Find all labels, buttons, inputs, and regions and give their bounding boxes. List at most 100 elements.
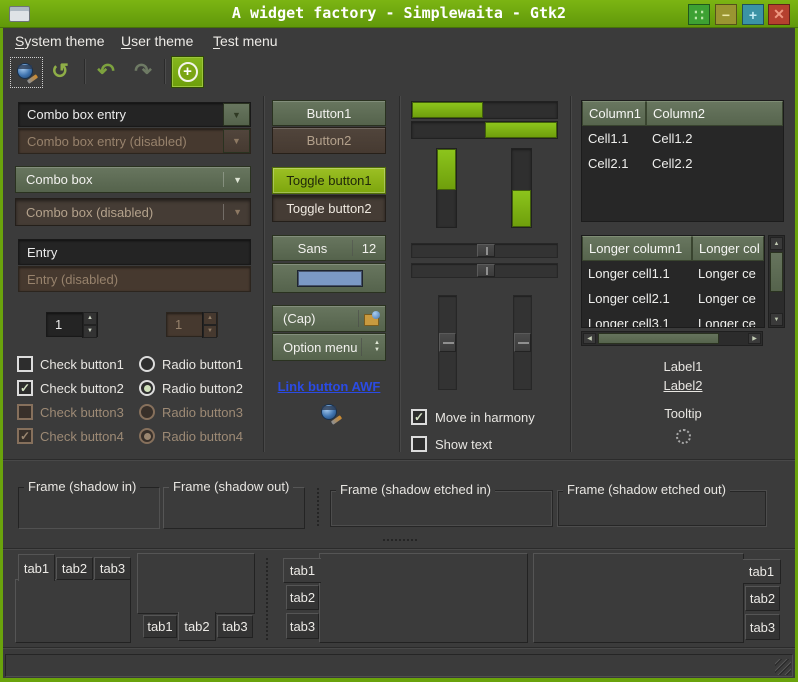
tree-header-row: Column1 Column2 xyxy=(582,101,783,126)
file-chooser-separator xyxy=(358,310,359,327)
toolbar-awf-button[interactable] xyxy=(10,57,43,88)
menu-accel: T xyxy=(213,33,220,49)
tab-label: tab2 xyxy=(290,590,315,605)
spin-down-icon[interactable]: ▼ xyxy=(83,325,97,338)
titlebar[interactable]: A widget factory - Simplewaita - Gtk2 ∷ … xyxy=(0,0,798,28)
treeview-2[interactable]: Longer column1 Longer col Longer cell1.1… xyxy=(581,235,765,328)
progress-fill xyxy=(485,122,558,138)
button1-label: Button1 xyxy=(307,106,352,121)
window-pin-button[interactable]: ∷ xyxy=(688,4,710,25)
menu-system-theme[interactable]: System theme xyxy=(12,31,107,53)
add-button[interactable]: + xyxy=(171,56,204,88)
toggle-button1[interactable]: Toggle button1 xyxy=(272,167,386,194)
combo-box-entry-dropdown-button[interactable]: ▼ xyxy=(223,103,250,126)
table-row[interactable]: Longer cell1.1 Longer ce xyxy=(582,261,764,286)
entry[interactable]: Entry xyxy=(18,239,251,265)
color-swatch xyxy=(297,270,363,287)
combo-box-entry[interactable]: Combo box entry ▼ xyxy=(18,102,251,127)
notebook-right-tab1[interactable]: tab1 xyxy=(743,559,781,584)
horizontal-scrollbar[interactable]: ◀ ▶ xyxy=(581,331,763,346)
file-chooser-button[interactable]: (Cap) xyxy=(272,305,386,332)
horizontal-scale-2[interactable] xyxy=(411,263,558,278)
combo-box-disabled-value: Combo box (disabled) xyxy=(26,205,153,220)
folder-badge-icon xyxy=(372,311,380,319)
notebook-top-tab3[interactable]: tab3 xyxy=(94,557,131,580)
check-button-1[interactable] xyxy=(17,356,33,372)
move-in-harmony-checkbox[interactable]: ✓ xyxy=(411,409,427,425)
horizontal-scale-1[interactable] xyxy=(411,243,558,258)
scroll-right-button[interactable]: ▶ xyxy=(748,333,761,344)
vertical-scrollbar[interactable]: ▲ ▼ xyxy=(768,235,785,328)
scale-handle[interactable] xyxy=(477,264,495,277)
toggle-button2[interactable]: Toggle button2 xyxy=(272,195,386,222)
notebook-top-tab2[interactable]: tab2 xyxy=(56,557,93,580)
handle-notch xyxy=(443,342,454,344)
radio-button-1[interactable] xyxy=(139,356,155,372)
scrollbar-thumb[interactable] xyxy=(770,252,783,292)
notebook-left-tab1[interactable]: tab1 xyxy=(283,558,321,583)
maximize-button[interactable]: + xyxy=(742,4,764,25)
arrow-down-icon: ▼ xyxy=(374,347,380,354)
spin-button[interactable]: 1 ▲ ▼ xyxy=(46,312,98,337)
menu-user-theme[interactable]: User theme xyxy=(118,31,196,53)
entry-disabled: Entry (disabled) xyxy=(18,266,251,292)
scale-handle[interactable] xyxy=(439,333,456,352)
notebook-right-tab3[interactable]: tab3 xyxy=(745,614,780,640)
spin-up-icon[interactable]: ▲ xyxy=(83,312,97,325)
minimize-button[interactable]: − xyxy=(715,4,737,25)
redo-icon[interactable]: ↷ xyxy=(128,58,158,86)
option-menu-arrows: ▲ ▼ xyxy=(374,334,380,360)
toolbar-separator xyxy=(84,59,86,84)
scroll-down-button[interactable]: ▼ xyxy=(770,313,783,326)
table-row[interactable]: Cell1.1 Cell1.2 xyxy=(582,126,783,151)
scrollbar-thumb[interactable] xyxy=(598,333,719,344)
scale-handle[interactable] xyxy=(477,244,495,257)
column-separator xyxy=(263,96,265,452)
notebook-right-tab2[interactable]: tab2 xyxy=(745,586,780,611)
column-header[interactable]: Longer column1 xyxy=(582,236,692,261)
column-header[interactable]: Column1 xyxy=(582,101,646,126)
notebook-left-tab3[interactable]: tab3 xyxy=(286,613,319,639)
table-cell: Longer ce xyxy=(692,311,764,328)
awf-logo-icon xyxy=(320,403,342,425)
check-button-2[interactable]: ✓ xyxy=(17,380,33,396)
option-menu[interactable]: Option menu ▲ ▼ xyxy=(272,333,386,361)
scroll-left-button[interactable]: ◀ xyxy=(583,333,596,344)
menu-test-menu[interactable]: Test menu xyxy=(210,31,281,53)
spin-arrows[interactable]: ▲ ▼ xyxy=(82,312,97,338)
table-row[interactable]: Longer cell3.1 Longer ce xyxy=(582,311,764,328)
notebook-top-tab1[interactable]: tab1 xyxy=(18,554,55,581)
color-button[interactable] xyxy=(272,263,386,293)
notebook-bottom-tab2[interactable]: tab2 xyxy=(178,612,216,641)
column-header[interactable]: Longer col xyxy=(692,236,764,261)
refresh-icon[interactable]: ↺ xyxy=(45,58,75,86)
link-button[interactable]: Link button AWF xyxy=(272,379,386,394)
treeview-1[interactable]: Column1 Column2 Cell1.1 Cell1.2 Cell2.1 … xyxy=(581,100,784,222)
combo-box-entry-disabled-dropdown-button: ▼ xyxy=(223,129,250,153)
table-row[interactable]: Cell2.1 Cell2.2 xyxy=(582,151,783,176)
resize-grip[interactable] xyxy=(775,659,791,675)
scroll-up-button[interactable]: ▲ xyxy=(770,237,783,250)
close-button[interactable]: ✕ xyxy=(768,4,790,25)
undo-icon[interactable]: ↶ xyxy=(91,58,121,86)
font-button[interactable]: Sans 12 xyxy=(272,235,386,261)
radio-button-2[interactable] xyxy=(139,380,155,396)
spinner-icon xyxy=(676,429,691,444)
radio-button-3-label: Radio button3 xyxy=(162,404,243,421)
notebook-left-tab2[interactable]: tab2 xyxy=(286,585,319,610)
combo-box[interactable]: Combo box ▼ xyxy=(15,166,251,193)
notebook-bottom-tab3[interactable]: tab3 xyxy=(217,615,253,638)
vertical-scale-2[interactable] xyxy=(513,295,532,390)
show-text-checkbox[interactable] xyxy=(411,436,427,452)
arrow-down-icon: ▼ xyxy=(774,317,780,323)
vertical-scale-1[interactable] xyxy=(438,295,457,390)
notebook-bottom-body xyxy=(137,553,255,614)
option-menu-separator xyxy=(361,338,362,356)
scale-handle[interactable] xyxy=(514,333,531,352)
radio-button-2-label: Radio button2 xyxy=(162,380,243,397)
column-header[interactable]: Column2 xyxy=(646,101,783,126)
minimize-icon: − xyxy=(722,7,730,23)
button1[interactable]: Button1 xyxy=(272,100,386,126)
table-row[interactable]: Longer cell2.1 Longer ce xyxy=(582,286,764,311)
notebook-bottom-tab1[interactable]: tab1 xyxy=(143,615,177,638)
